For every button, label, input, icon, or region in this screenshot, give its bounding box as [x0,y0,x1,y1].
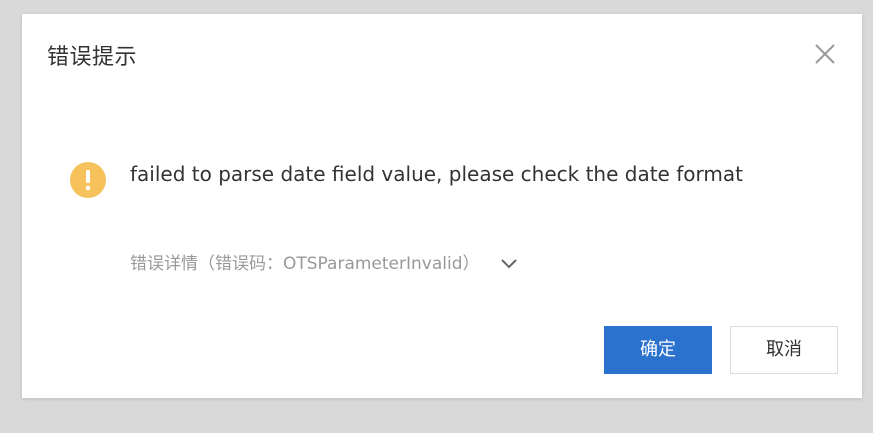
error-details-toggle[interactable]: 错误详情（错误码：OTSParameterInvalid） [130,252,518,276]
error-details-label: 错误详情（错误码：OTSParameterInvalid） [130,254,480,274]
warning-icon [70,162,106,198]
error-message: failed to parse date field value, please… [130,162,743,186]
confirm-button[interactable]: 确定 [604,326,712,374]
dialog-title: 错误提示 [47,45,138,70]
error-dialog: 错误提示 failed to parse date field value, p… [22,14,862,398]
close-icon [815,44,835,64]
cancel-button[interactable]: 取消 [730,326,838,374]
chevron-down-icon [500,255,518,273]
close-button[interactable] [812,41,838,67]
